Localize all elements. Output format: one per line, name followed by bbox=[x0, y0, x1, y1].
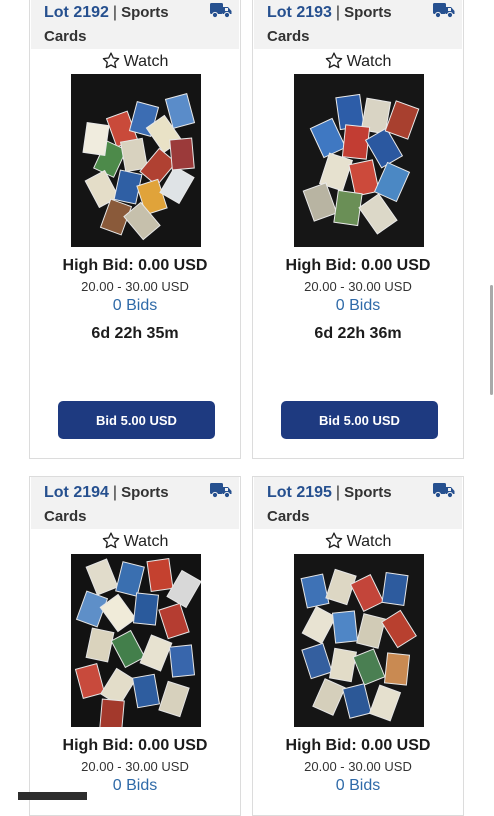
lot-category-continued: Cards bbox=[44, 28, 87, 45]
watch-button[interactable]: Watch bbox=[30, 52, 240, 72]
truck-icon bbox=[433, 3, 455, 19]
watch-label: Watch bbox=[346, 533, 392, 550]
lot-separator: | bbox=[335, 484, 341, 501]
lot-number-link[interactable]: Lot 2192 bbox=[44, 4, 109, 21]
high-bid: High Bid: 0.00 USD bbox=[62, 257, 208, 274]
estimate-range: 20.00 - 30.00 USD bbox=[304, 279, 412, 294]
watch-label: Watch bbox=[123, 53, 169, 70]
bottom-overlay-bar bbox=[18, 792, 87, 800]
time-remaining: 6d 22h 35m bbox=[91, 325, 179, 342]
lot-card[interactable]: Lot 2194 | Sports Cards Watch High Bid: … bbox=[29, 476, 241, 816]
star-outline-icon bbox=[325, 52, 342, 69]
estimate-range: 20.00 - 30.00 USD bbox=[304, 759, 412, 774]
star-outline-icon bbox=[102, 52, 119, 69]
watch-label: Watch bbox=[123, 533, 169, 550]
lot-card-header: Lot 2194 | Sports Cards bbox=[31, 477, 239, 529]
lot-category-continued: Cards bbox=[44, 508, 87, 525]
lot-photo[interactable] bbox=[294, 74, 424, 247]
lot-card-header: Lot 2195 | Sports Cards bbox=[254, 477, 462, 529]
lot-photo[interactable] bbox=[294, 554, 424, 727]
high-bid: High Bid: 0.00 USD bbox=[285, 737, 431, 754]
lot-number-link[interactable]: Lot 2194 bbox=[44, 484, 109, 501]
page-scrollbar[interactable] bbox=[490, 285, 493, 395]
time-remaining: 6d 22h 36m bbox=[314, 325, 402, 342]
watch-button[interactable]: Watch bbox=[30, 532, 240, 552]
star-outline-icon bbox=[102, 532, 119, 549]
lot-number-link[interactable]: Lot 2193 bbox=[267, 4, 332, 21]
lot-card-header: Lot 2193 | Sports Cards bbox=[254, 0, 462, 49]
lot-card[interactable]: Lot 2193 | Sports Cards Watch High Bid: … bbox=[252, 0, 464, 459]
bid-button[interactable]: Bid 5.00 USD bbox=[58, 401, 215, 439]
bid-count-link[interactable]: 0 Bids bbox=[253, 777, 463, 795]
lot-category: Sports bbox=[344, 4, 392, 21]
lot-card[interactable]: Lot 2195 | Sports Cards Watch High Bid: … bbox=[252, 476, 464, 816]
lot-card-header: Lot 2192 | Sports Cards bbox=[31, 0, 239, 49]
lot-separator: | bbox=[335, 4, 341, 21]
truck-icon bbox=[210, 483, 232, 499]
bid-count-link[interactable]: 0 Bids bbox=[30, 297, 240, 315]
lot-category-continued: Cards bbox=[267, 508, 310, 525]
lot-photo[interactable] bbox=[71, 554, 201, 727]
lot-card[interactable]: Lot 2192 | Sports Cards Watch High Bid: … bbox=[29, 0, 241, 459]
lot-separator: | bbox=[112, 484, 118, 501]
bid-count-link[interactable]: 0 Bids bbox=[253, 297, 463, 315]
estimate-range: 20.00 - 30.00 USD bbox=[81, 279, 189, 294]
estimate-range: 20.00 - 30.00 USD bbox=[81, 759, 189, 774]
lot-category: Sports bbox=[121, 4, 169, 21]
lot-photo[interactable] bbox=[71, 74, 201, 247]
bid-button[interactable]: Bid 5.00 USD bbox=[281, 401, 438, 439]
lot-number-link[interactable]: Lot 2195 bbox=[267, 484, 332, 501]
truck-icon bbox=[433, 483, 455, 499]
watch-button[interactable]: Watch bbox=[253, 532, 463, 552]
high-bid: High Bid: 0.00 USD bbox=[62, 737, 208, 754]
lot-category: Sports bbox=[344, 484, 392, 501]
watch-button[interactable]: Watch bbox=[253, 52, 463, 72]
watch-label: Watch bbox=[346, 53, 392, 70]
truck-icon bbox=[210, 3, 232, 19]
lot-category-continued: Cards bbox=[267, 28, 310, 45]
lot-category: Sports bbox=[121, 484, 169, 501]
high-bid: High Bid: 0.00 USD bbox=[285, 257, 431, 274]
star-outline-icon bbox=[325, 532, 342, 549]
lot-separator: | bbox=[112, 4, 118, 21]
